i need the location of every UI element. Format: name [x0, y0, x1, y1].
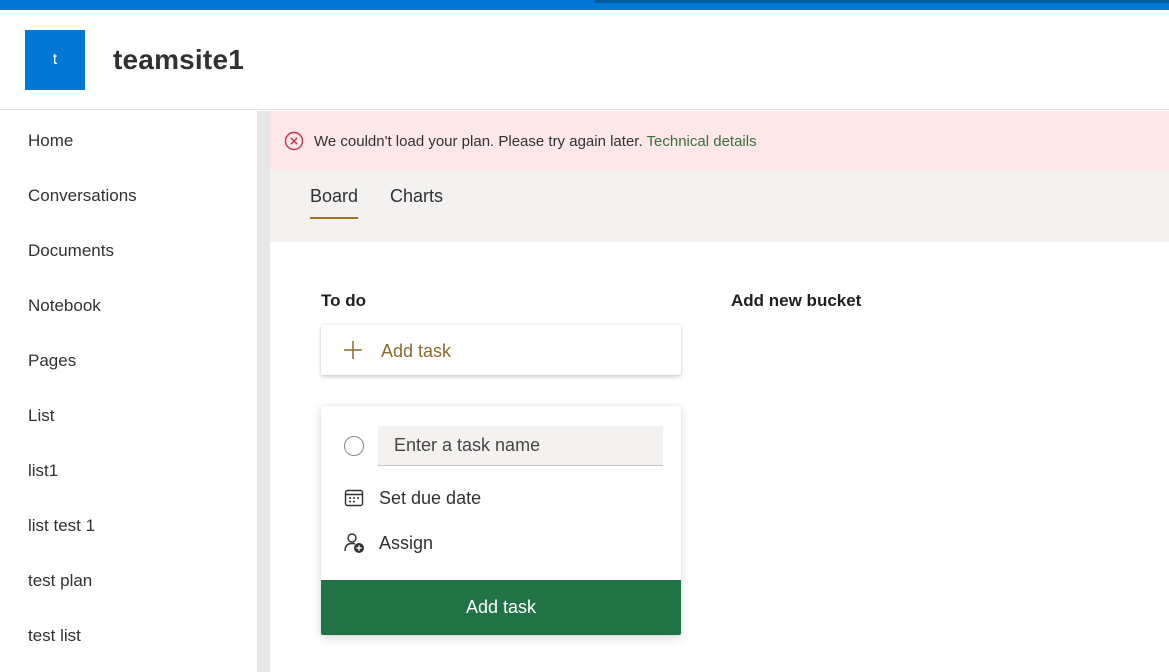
set-due-date-label: Set due date: [379, 488, 482, 508]
radio-circle-icon[interactable]: [344, 436, 364, 456]
site-header: t teamsite1: [0, 10, 1169, 110]
sidebar-item-list-test-1[interactable]: list test 1: [28, 516, 95, 536]
add-person-icon: [344, 533, 364, 553]
error-message-bar: We couldn't load your plan. Please try a…: [270, 111, 1169, 171]
planner-main: We couldn't load your plan. Please try a…: [270, 111, 1169, 672]
tab-charts[interactable]: Charts: [390, 186, 443, 217]
add-new-bucket-button[interactable]: Add new bucket: [731, 291, 861, 311]
sidebar-item-test-list[interactable]: test list: [28, 626, 81, 646]
add-task-button[interactable]: Add task: [321, 325, 681, 375]
add-task-submit-button[interactable]: Add task: [321, 580, 681, 635]
new-task-form: Set due date Assign Add task: [321, 406, 681, 635]
sidebar-scrollbar[interactable]: [257, 111, 270, 672]
sidebar-item-list[interactable]: List: [28, 406, 54, 426]
task-name-input[interactable]: [378, 426, 663, 466]
plus-icon: [344, 341, 362, 359]
sidebar-nav: Home Conversations Documents Notebook Pa…: [0, 111, 257, 672]
sidebar-item-conversations[interactable]: Conversations: [28, 186, 137, 206]
sidebar-item-home[interactable]: Home: [28, 131, 73, 151]
sidebar-item-list1[interactable]: list1: [28, 461, 58, 481]
technical-details-link[interactable]: Technical details: [647, 133, 757, 150]
error-message-text: We couldn't load your plan. Please try a…: [314, 133, 643, 150]
sidebar-item-notebook[interactable]: Notebook: [28, 296, 101, 316]
tab-board[interactable]: Board: [310, 186, 359, 219]
error-circle-icon: [284, 131, 304, 151]
tabs-bar: Board Charts: [270, 171, 1169, 242]
assign-label: Assign: [379, 533, 434, 553]
sidebar-item-documents[interactable]: Documents: [28, 241, 114, 261]
sidebar-item-test-plan[interactable]: test plan: [28, 571, 92, 591]
add-task-label: Add task: [381, 341, 452, 361]
calendar-icon: [344, 489, 364, 507]
suite-top-bar-accent: [595, 0, 1169, 3]
site-logo[interactable]: t: [25, 30, 85, 90]
error-message: We couldn't load your plan. Please try a…: [314, 133, 757, 150]
sidebar-item-pages[interactable]: Pages: [28, 351, 76, 371]
site-title[interactable]: teamsite1: [113, 44, 244, 76]
bucket-title-to-do[interactable]: To do: [321, 291, 366, 311]
